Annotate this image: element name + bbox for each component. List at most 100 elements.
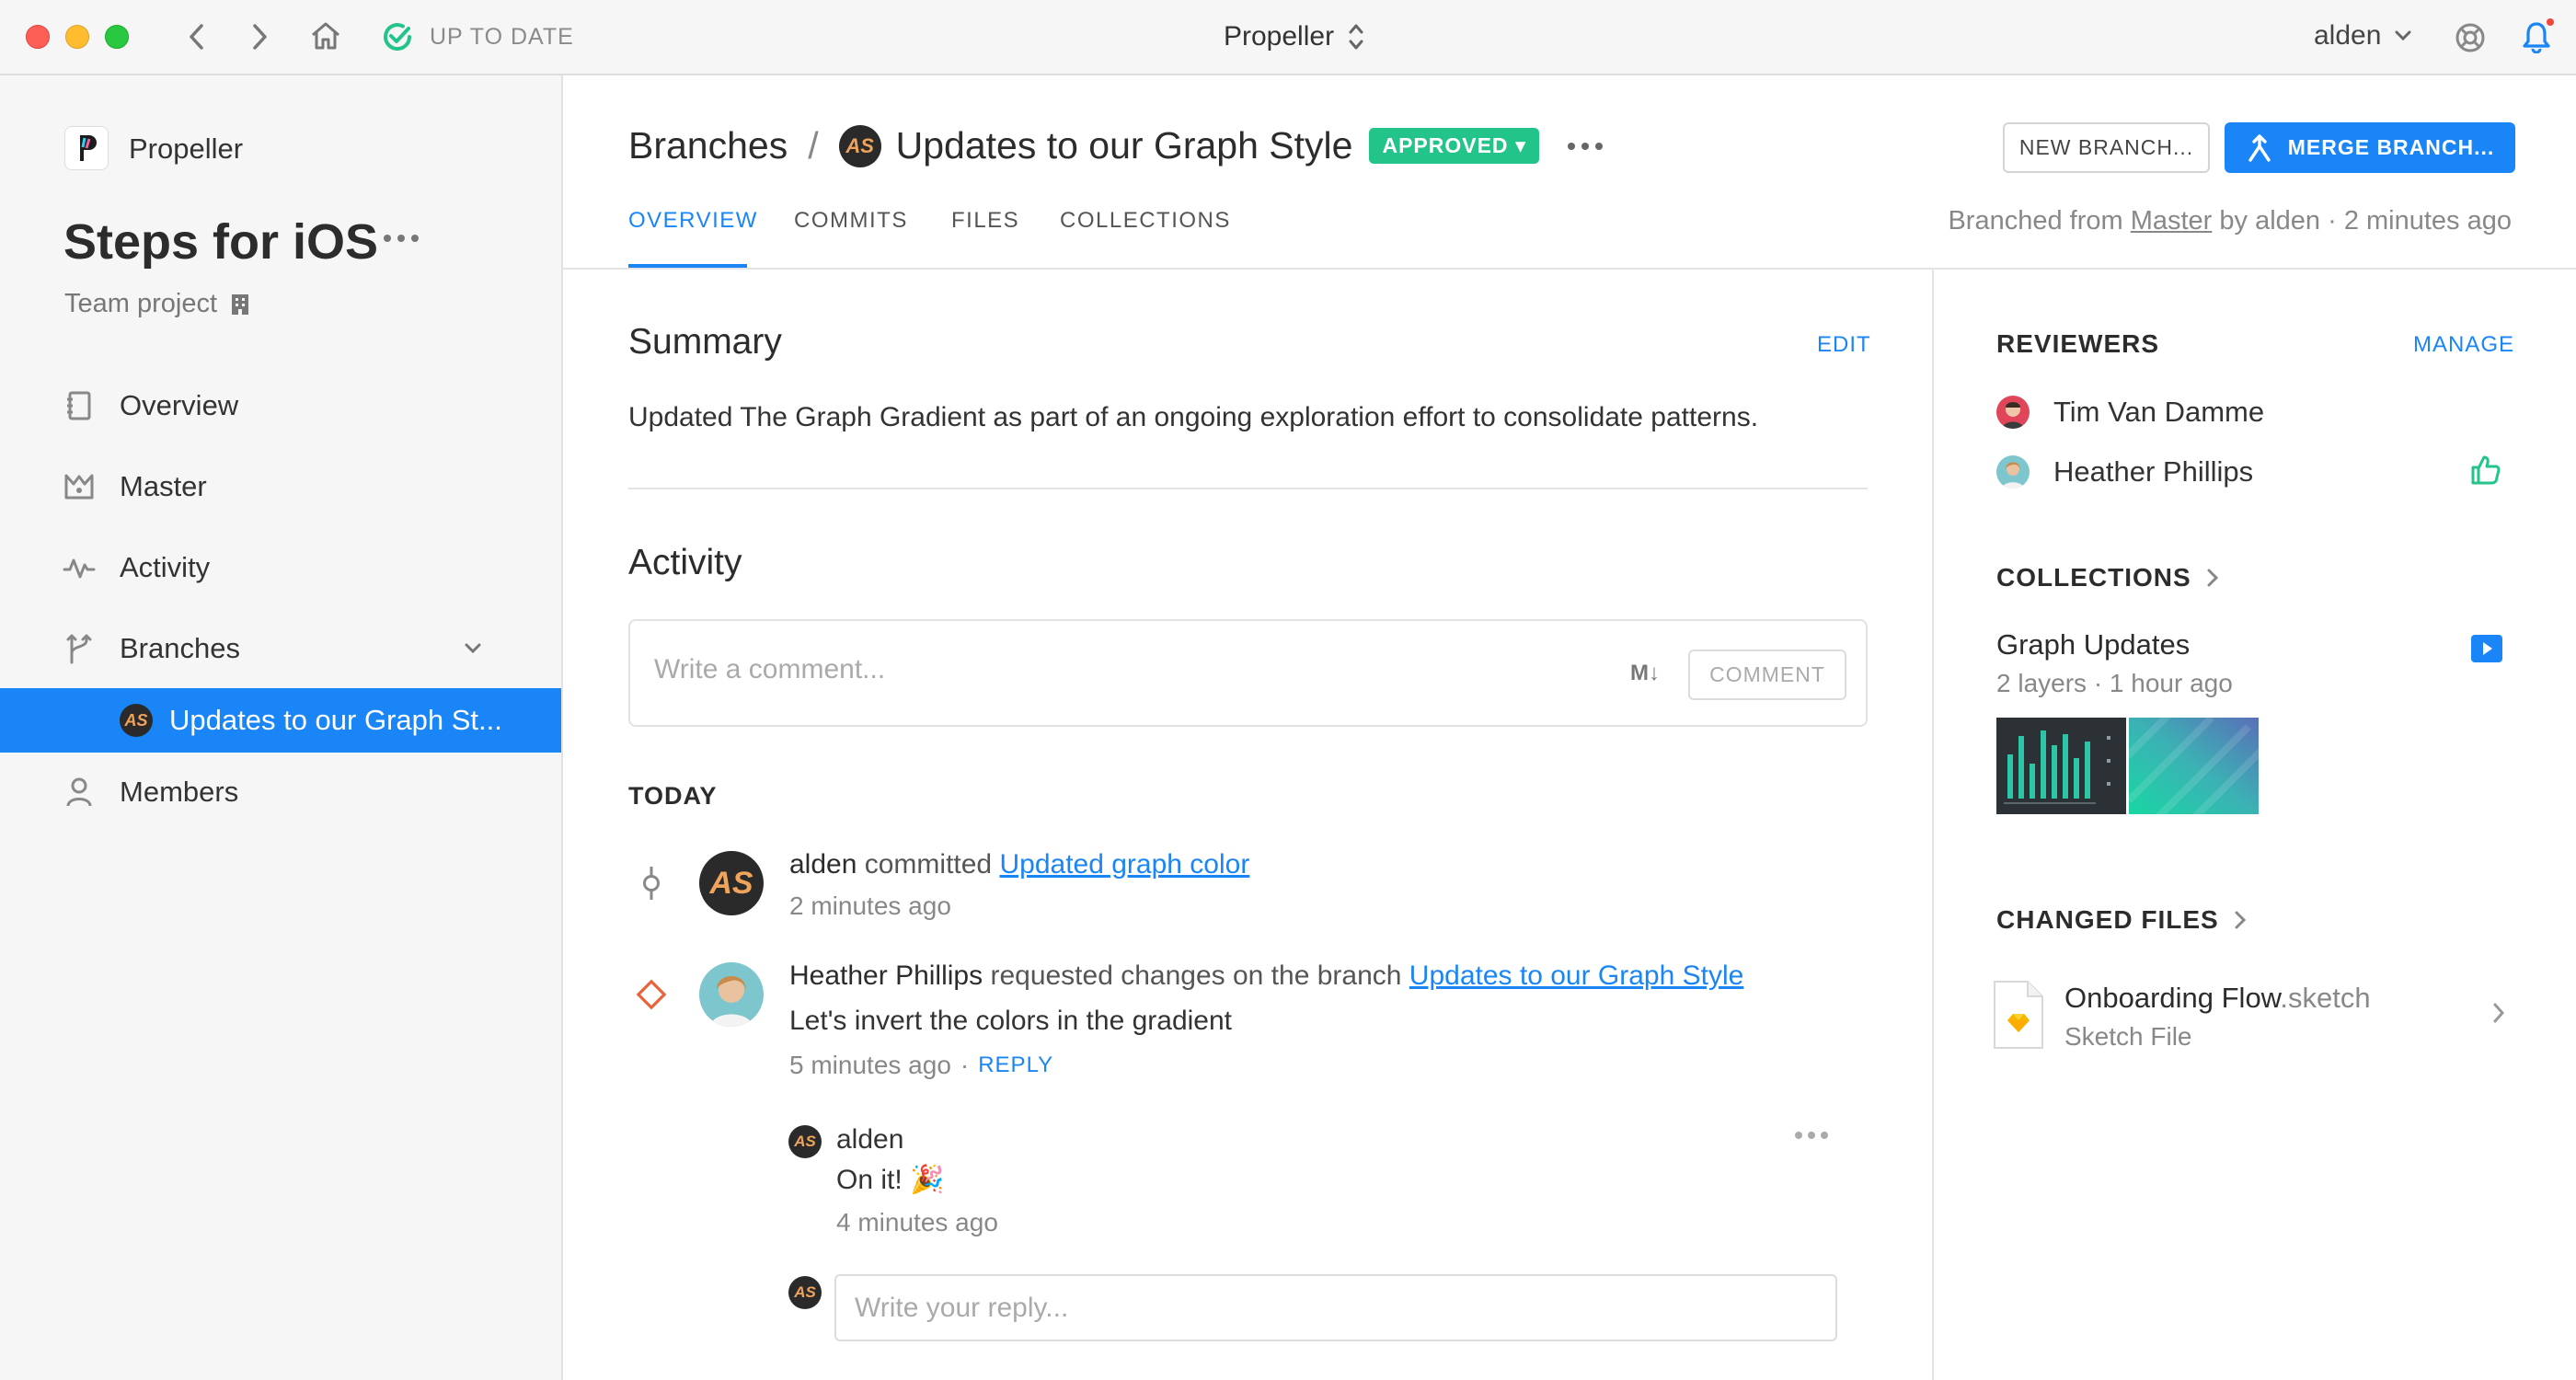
home-icon[interactable] <box>309 18 342 53</box>
collection-name[interactable]: Graph Updates <box>1996 628 2190 661</box>
zoom-window-button[interactable] <box>105 25 129 49</box>
file-extension: .sketch <box>2280 982 2371 1014</box>
tab-collections[interactable]: COLLECTIONS <box>1060 208 1231 234</box>
sidebar-item-label: Activity <box>120 551 211 583</box>
new-branch-button[interactable]: NEW BRANCH... <box>2003 122 2210 173</box>
collection-thumbnail[interactable] <box>2129 718 2259 814</box>
reply-button[interactable]: REPLY <box>978 1052 1053 1078</box>
avatar <box>699 962 764 1027</box>
change-request-icon <box>635 978 668 1011</box>
project-logo[interactable] <box>64 126 109 170</box>
tab-commits[interactable]: COMMITS <box>794 208 908 234</box>
chevron-down-icon[interactable] <box>464 642 482 655</box>
minimize-window-button[interactable] <box>65 25 89 49</box>
more-options-icon[interactable] <box>1794 1131 1829 1140</box>
sidebar-item-master[interactable]: Master <box>0 454 561 519</box>
sidebar-item-label: Master <box>120 470 207 502</box>
branch-link[interactable]: Updates to our Graph Style <box>1409 960 1744 991</box>
avatar: AS <box>788 1276 822 1309</box>
entry-message: Let's invert the colors in the gradient <box>789 1006 1232 1036</box>
sidebar-item-label: Updates to our Graph St... <box>169 704 502 736</box>
breadcrumb-branches[interactable]: Branches <box>628 124 788 167</box>
more-options-icon[interactable] <box>383 234 420 243</box>
tab-files[interactable]: FILES <box>951 208 1019 234</box>
reply-input[interactable] <box>834 1274 1837 1341</box>
notifications-bell-icon[interactable] <box>2519 17 2556 55</box>
breadcrumb: Branches / AS Updates to our Graph Style… <box>628 124 1604 167</box>
branched-from-label: Branched from <box>1948 206 2123 236</box>
sidebar-item-label: Members <box>120 776 239 808</box>
edit-summary-button[interactable]: EDIT <box>1817 332 1871 358</box>
entry-action: requested changes on the branch <box>990 960 1402 991</box>
branch-origin-info: Branched from Master by alden · 2 minute… <box>1932 206 2512 236</box>
entry-timestamp: 2 minutes ago <box>789 891 951 920</box>
help-lifebuoy-icon[interactable] <box>2453 20 2488 55</box>
changed-file-row[interactable]: Onboarding Flow.sketch Sketch File <box>1991 980 2511 1053</box>
comment-button[interactable]: COMMENT <box>1688 650 1846 700</box>
today-heading: TODAY <box>628 782 718 810</box>
commit-icon <box>638 865 665 902</box>
summary-text: Updated The Graph Gradient as part of an… <box>628 402 1759 432</box>
activity-title: Activity <box>628 543 742 582</box>
entry-action: committed <box>864 849 993 880</box>
sidebar-item-label: Overview <box>120 389 239 421</box>
sidebar-item-members[interactable]: Members <box>0 760 561 824</box>
sidebar-item-activity[interactable]: Activity <box>0 535 561 600</box>
project-name[interactable]: Propeller <box>129 132 243 166</box>
reviewer-name: Heather Phillips <box>2053 455 2254 488</box>
entry-author[interactable]: Heather Phillips <box>789 960 983 991</box>
status-badge[interactable]: APPROVED ▾ <box>1369 128 1540 164</box>
forward-icon[interactable] <box>247 20 274 53</box>
comment-input[interactable] <box>654 654 1574 685</box>
reviewer-row: Heather Phillips <box>1996 455 2253 489</box>
branch-icon <box>63 633 96 664</box>
merge-branch-button[interactable]: MERGE BRANCH... <box>2225 122 2515 173</box>
approved-thumbs-up-icon <box>2469 454 2502 487</box>
file-type: Sketch File <box>2064 1022 2192 1051</box>
more-options-icon[interactable] <box>1567 142 1604 151</box>
tab-overview[interactable]: OVERVIEW <box>628 208 758 234</box>
avatar: AS <box>788 1125 822 1158</box>
entry-author[interactable]: alden <box>789 849 857 880</box>
sync-status-label: UP TO DATE <box>430 24 574 50</box>
reply-author[interactable]: alden <box>836 1124 903 1156</box>
changed-files-section-header[interactable]: CHANGED FILES <box>1996 905 2247 935</box>
sidebar: Propeller Steps for iOS Team project Ove… <box>0 75 563 1380</box>
chevron-down-icon <box>2394 29 2412 42</box>
comment-box: M↓ COMMENT <box>628 619 1868 727</box>
crown-icon <box>63 473 96 500</box>
sidebar-item-label: Branches <box>120 632 240 664</box>
sidebar-item-overview[interactable]: Overview <box>0 374 561 438</box>
page-title: Updates to our Graph Style <box>895 124 1353 167</box>
back-icon[interactable] <box>182 20 210 53</box>
reply-message: On it! 🎉 <box>836 1165 945 1195</box>
sidebar-item-current-branch[interactable]: AS Updates to our Graph St... <box>0 688 561 753</box>
avatar: AS <box>120 704 153 737</box>
play-presentation-icon[interactable] <box>2470 634 2503 663</box>
chevron-right-icon <box>2234 910 2247 930</box>
space-title: Steps for iOS <box>63 214 379 270</box>
activity-entry-commit: alden committed Updated graph color <box>789 849 1249 880</box>
sidebar-item-branches[interactable]: Branches <box>0 616 561 681</box>
file-name-base: Onboarding Flow <box>2064 982 2281 1014</box>
entry-timestamp: 5 minutes ago <box>789 1051 951 1079</box>
divider <box>1932 270 1934 1380</box>
close-window-button[interactable] <box>26 25 50 49</box>
person-icon <box>63 776 96 808</box>
reviewer-name: Tim Van Damme <box>2053 396 2265 428</box>
app-switcher[interactable]: Propeller <box>1224 20 1365 53</box>
meta-separator: · <box>960 1051 970 1079</box>
chevron-right-icon <box>2492 1002 2505 1024</box>
building-icon <box>230 293 250 316</box>
markdown-icon[interactable]: M↓ <box>1630 661 1660 686</box>
manage-reviewers-button[interactable]: MANAGE <box>2413 332 2514 358</box>
collection-thumbnail[interactable] <box>1996 718 2126 814</box>
activity-entry-change-request: Heather Phillips requested changes on th… <box>789 960 1743 992</box>
commit-link[interactable]: Updated graph color <box>999 849 1249 880</box>
chevron-updown-icon <box>1347 20 1365 53</box>
notebook-icon <box>63 390 96 421</box>
collections-section-header[interactable]: COLLECTIONS <box>1996 563 2219 592</box>
user-menu[interactable]: alden <box>2314 20 2412 52</box>
activity-icon <box>63 554 96 581</box>
master-link[interactable]: Master <box>2131 206 2213 236</box>
